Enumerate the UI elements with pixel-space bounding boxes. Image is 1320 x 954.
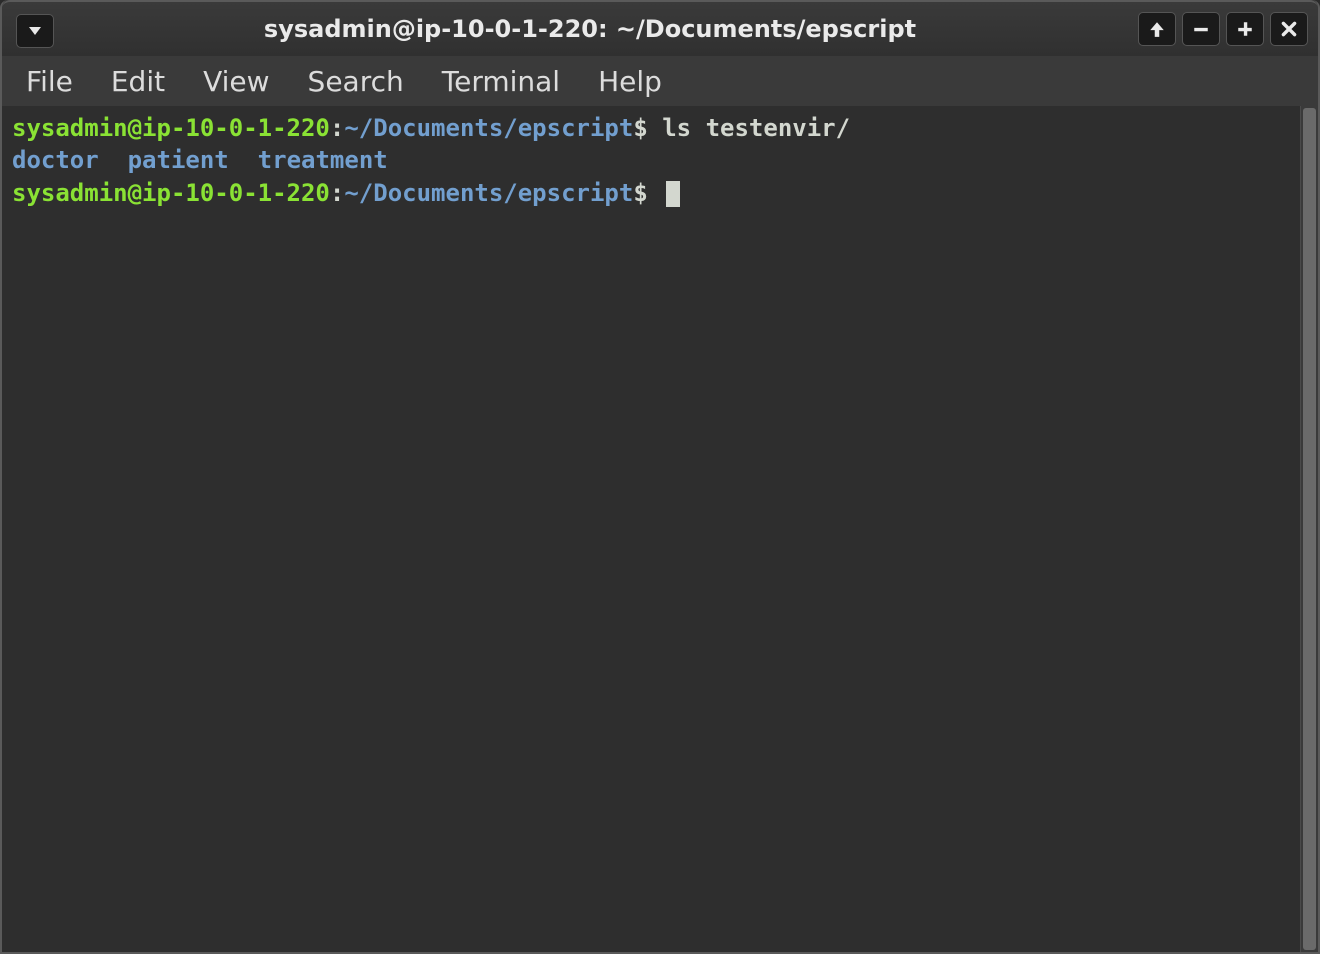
arrow-up-icon: [1148, 20, 1166, 38]
close-icon: [1280, 20, 1298, 38]
terminal-text: $: [633, 179, 662, 207]
terminal-text: sysadmin@ip-10-0-1-220: [12, 114, 330, 142]
window-title: sysadmin@ip-10-0-1-220: ~/Documents/epsc…: [12, 15, 1308, 43]
scrollbar[interactable]: [1300, 106, 1318, 952]
maximize-button[interactable]: [1226, 12, 1264, 46]
window-controls: [1132, 12, 1308, 46]
menu-item-help[interactable]: Help: [592, 61, 668, 102]
terminal-window: sysadmin@ip-10-0-1-220: ~/Documents/epsc…: [0, 0, 1320, 954]
titlebar[interactable]: sysadmin@ip-10-0-1-220: ~/Documents/epsc…: [2, 0, 1318, 56]
minimize-button[interactable]: [1182, 12, 1220, 46]
plus-icon: [1236, 20, 1254, 38]
terminal-line: doctor patient treatment: [12, 144, 1290, 176]
terminal-text: :: [330, 114, 344, 142]
terminal-text: treatment: [258, 146, 388, 174]
window-menu-button[interactable]: [16, 14, 54, 48]
menu-item-file[interactable]: File: [20, 61, 79, 102]
minimize-icon: [1192, 20, 1210, 38]
terminal-text: sysadmin@ip-10-0-1-220: [12, 179, 330, 207]
terminal-output[interactable]: sysadmin@ip-10-0-1-220:~/Documents/epscr…: [2, 106, 1300, 952]
menu-item-edit[interactable]: Edit: [105, 61, 171, 102]
shade-up-button[interactable]: [1138, 12, 1176, 46]
terminal-text: [99, 146, 128, 174]
terminal-text: ls testenvir/: [662, 114, 850, 142]
terminal-area-wrap: sysadmin@ip-10-0-1-220:~/Documents/epscr…: [2, 106, 1318, 952]
menu-item-view[interactable]: View: [197, 61, 275, 102]
terminal-text: patient: [128, 146, 229, 174]
terminal-line: sysadmin@ip-10-0-1-220:~/Documents/epscr…: [12, 177, 1290, 209]
terminal-text: :: [330, 179, 344, 207]
close-button[interactable]: [1270, 12, 1308, 46]
menu-item-search[interactable]: Search: [302, 61, 410, 102]
terminal-line: sysadmin@ip-10-0-1-220:~/Documents/epscr…: [12, 112, 1290, 144]
terminal-text: ~/Documents/epscript: [344, 179, 633, 207]
terminal-text: ~/Documents/epscript: [344, 114, 633, 142]
terminal-text: [229, 146, 258, 174]
menubar: File Edit View Search Terminal Help: [2, 56, 1318, 106]
text-cursor: [666, 181, 680, 207]
menu-item-terminal[interactable]: Terminal: [436, 61, 566, 102]
terminal-text: doctor: [12, 146, 99, 174]
terminal-text: $: [633, 114, 662, 142]
scrollbar-thumb[interactable]: [1303, 108, 1316, 950]
chevron-down-icon: [27, 23, 43, 39]
